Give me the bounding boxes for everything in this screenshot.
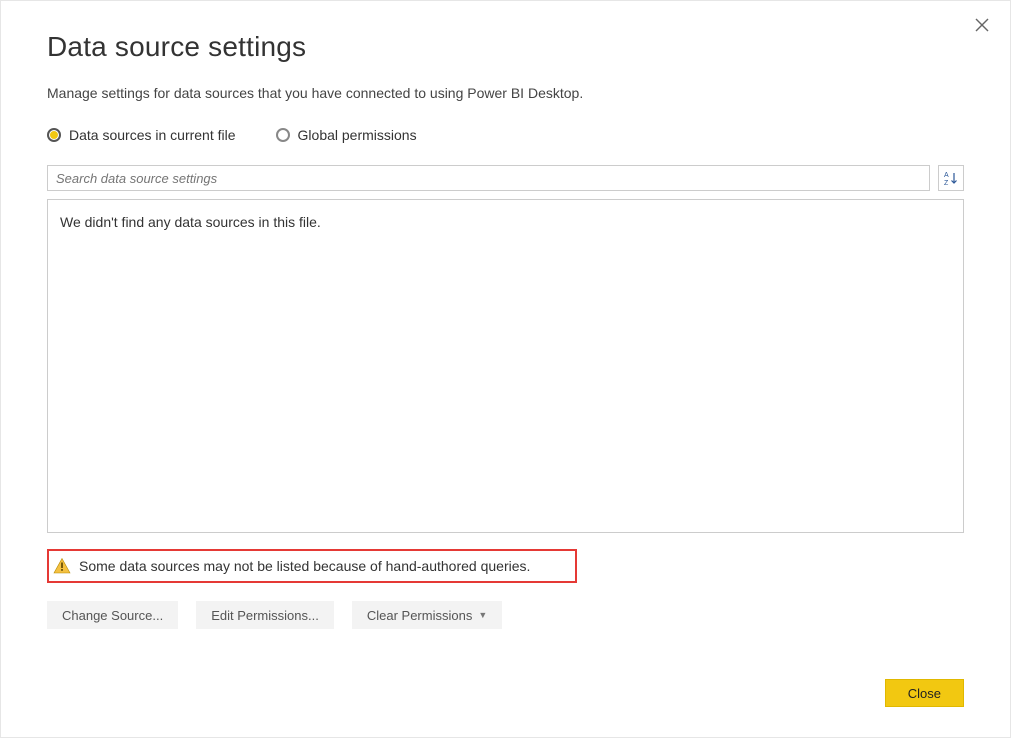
clear-permissions-label: Clear Permissions (367, 608, 472, 623)
dialog-footer: Close (885, 679, 964, 707)
sort-button[interactable]: A Z (938, 165, 964, 191)
page-subtitle: Manage settings for data sources that yo… (47, 85, 964, 101)
edit-permissions-button[interactable]: Edit Permissions... (196, 601, 334, 629)
hand-authored-notice: Some data sources may not be listed beca… (47, 549, 577, 583)
notice-text: Some data sources may not be listed beca… (79, 558, 530, 574)
warning-icon (53, 557, 71, 575)
scope-radio-group: Data sources in current file Global perm… (47, 127, 964, 143)
data-sources-list: We didn't find any data sources in this … (47, 199, 964, 533)
radio-current-file[interactable]: Data sources in current file (47, 127, 236, 143)
svg-text:Z: Z (944, 180, 949, 186)
search-input[interactable] (47, 165, 930, 191)
search-row: A Z (47, 165, 964, 191)
svg-text:A: A (944, 172, 949, 179)
radio-indicator (276, 128, 290, 142)
action-buttons-row: Change Source... Edit Permissions... Cle… (47, 601, 964, 629)
chevron-down-icon: ▼ (478, 610, 487, 620)
empty-list-message: We didn't find any data sources in this … (60, 214, 321, 230)
clear-permissions-button[interactable]: Clear Permissions ▼ (352, 601, 502, 629)
edit-permissions-label: Edit Permissions... (211, 608, 319, 623)
close-button-label: Close (908, 686, 941, 701)
close-icon[interactable] (974, 17, 992, 35)
change-source-button[interactable]: Change Source... (47, 601, 178, 629)
change-source-label: Change Source... (62, 608, 163, 623)
data-source-settings-dialog: Data source settings Manage settings for… (1, 1, 1010, 737)
close-button[interactable]: Close (885, 679, 964, 707)
radio-global-permissions[interactable]: Global permissions (276, 127, 417, 143)
radio-label-global-permissions: Global permissions (298, 127, 417, 143)
radio-indicator-selected (47, 128, 61, 142)
radio-label-current-file: Data sources in current file (69, 127, 236, 143)
page-title: Data source settings (47, 31, 964, 63)
